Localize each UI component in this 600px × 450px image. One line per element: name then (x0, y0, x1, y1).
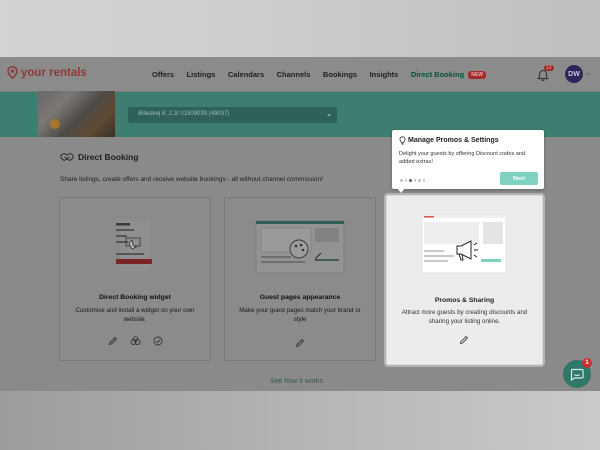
guest-pages-illustration (255, 220, 345, 274)
tour-step-dots (400, 179, 425, 182)
tour-step-dot (422, 179, 425, 182)
card-title: Direct Booking widget (99, 294, 171, 301)
property-selector-value: Billedvej 8, 2.3/ 01509039 (49037) (138, 111, 230, 117)
lightbulb-icon (399, 136, 406, 145)
nav-insights[interactable]: Insights (370, 70, 399, 79)
nav-offers[interactable]: Offers (152, 70, 174, 79)
notification-count: 12 (544, 65, 554, 71)
tour-body: Delight your guests by offering Discount… (399, 151, 526, 165)
tour-title-text: Manage Promos & Settings (408, 137, 499, 144)
section-title: Direct Booking (60, 152, 138, 162)
chevron-down-icon: ⌄ (326, 111, 332, 118)
tour-next-button[interactable]: Next (500, 172, 538, 185)
card-promos-sharing[interactable]: Promos & Sharing Attract more guests by … (386, 195, 543, 365)
avatar[interactable]: DW (565, 65, 583, 83)
pencil-icon[interactable] (108, 336, 118, 346)
new-badge: NEW (468, 71, 486, 79)
location-pin-icon (7, 66, 18, 79)
outer-top-margin (0, 0, 600, 57)
brand-name: your rentals (21, 66, 87, 79)
nav-direct-booking-label: Direct Booking (410, 70, 465, 79)
chat-icon (570, 368, 584, 381)
chat-unread-badge: 1 (582, 358, 592, 368)
card-guest-pages-appearance[interactable]: Guest pages appearance Make your guest p… (224, 197, 376, 361)
card-title: Guest pages appearance (259, 294, 341, 301)
nav-listings[interactable]: Listings (187, 70, 216, 79)
check-circle-icon[interactable] (153, 336, 163, 346)
notifications-button[interactable]: 12 (537, 65, 554, 87)
handshake-icon (60, 152, 74, 162)
code-embed-icon[interactable] (130, 336, 141, 346)
nav-bookings[interactable]: Bookings (323, 70, 357, 79)
nav-calendars[interactable]: Calendars (228, 70, 264, 79)
app-window: your rentals Offers Listings Calendars C… (0, 57, 600, 391)
tour-step-dot (418, 179, 421, 182)
tour-popover-arrow (397, 188, 405, 193)
see-how-it-works-link[interactable]: See how it works (270, 378, 323, 385)
property-photo (38, 91, 115, 137)
nav-links: Offers Listings Calendars Channels Booki… (152, 70, 511, 79)
section-subtitle: Share listings, create offers and receiv… (60, 176, 323, 183)
outer-bottom-margin (0, 391, 600, 450)
photo-detail (50, 119, 60, 129)
tour-step-dot (400, 179, 403, 182)
widget-illustration (116, 221, 152, 271)
tour-title: Manage Promos & Settings (399, 136, 499, 145)
card-description: Customise and install a widget on your o… (75, 307, 195, 323)
top-nav: your rentals Offers Listings Calendars C… (0, 57, 600, 92)
promos-illustration (421, 214, 507, 274)
pencil-icon[interactable] (295, 338, 305, 348)
pencil-icon[interactable] (459, 335, 469, 345)
tour-step-dot (404, 179, 407, 182)
card-actions (60, 336, 210, 346)
property-selector[interactable]: Billedvej 8, 2.3/ 01509039 (49037) ⌄ (128, 107, 337, 123)
tour-step-dot (409, 179, 412, 182)
tour-step-dot (413, 179, 416, 182)
card-title: Promos & Sharing (434, 297, 495, 304)
card-actions (225, 338, 375, 348)
card-direct-booking-widget[interactable]: Direct Booking widget Customise and inst… (59, 197, 211, 361)
nav-direct-booking[interactable]: Direct Booking NEW (411, 70, 499, 79)
card-actions (459, 332, 469, 350)
tour-popover: Manage Promos & Settings Delight your gu… (392, 130, 544, 189)
card-description: Attract more guests by creating discount… (401, 309, 528, 325)
brand-logo[interactable]: your rentals (7, 66, 87, 79)
chevron-down-icon[interactable]: ⌵ (586, 71, 591, 78)
section-title-text: Direct Booking (78, 152, 139, 162)
nav-channels[interactable]: Channels (277, 70, 311, 79)
card-description: Make your guest pages match your brand o… (239, 307, 361, 323)
